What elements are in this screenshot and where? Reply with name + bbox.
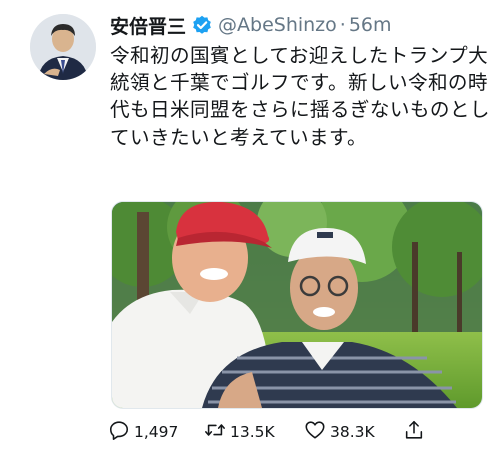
verified-badge-icon [192,15,212,35]
tweet-header: 安倍晋三 @AbeShinzo · 56m [110,10,392,40]
tweet-actions: 1,497 13.5K 38.3K [108,419,438,445]
retweet-button[interactable]: 13.5K [204,419,275,445]
handle[interactable]: @AbeShinzo [218,14,337,36]
reply-count: 1,497 [134,423,179,441]
like-icon [304,419,326,445]
retweet-icon [204,419,226,445]
tweet-photo[interactable] [111,201,483,409]
reply-icon [108,419,130,445]
like-count: 38.3K [330,423,375,441]
retweet-count: 13.5K [230,423,275,441]
tweet: 安倍晋三 @AbeShinzo · 56m 令和初の国賓としてお迎えしたトランプ… [0,0,500,453]
like-button[interactable]: 38.3K [304,419,375,445]
separator-dot: · [339,14,346,36]
display-name[interactable]: 安倍晋三 [110,12,186,39]
avatar[interactable] [30,14,96,80]
tweet-text: 令和初の国賓としてお迎えしたトランプ大統領と千葉でゴルフです。新しい令和の時代も… [110,44,490,149]
reply-button[interactable]: 1,497 [108,419,178,445]
share-button[interactable] [403,419,425,445]
timestamp[interactable]: 56m [349,14,392,36]
share-icon [403,419,425,445]
